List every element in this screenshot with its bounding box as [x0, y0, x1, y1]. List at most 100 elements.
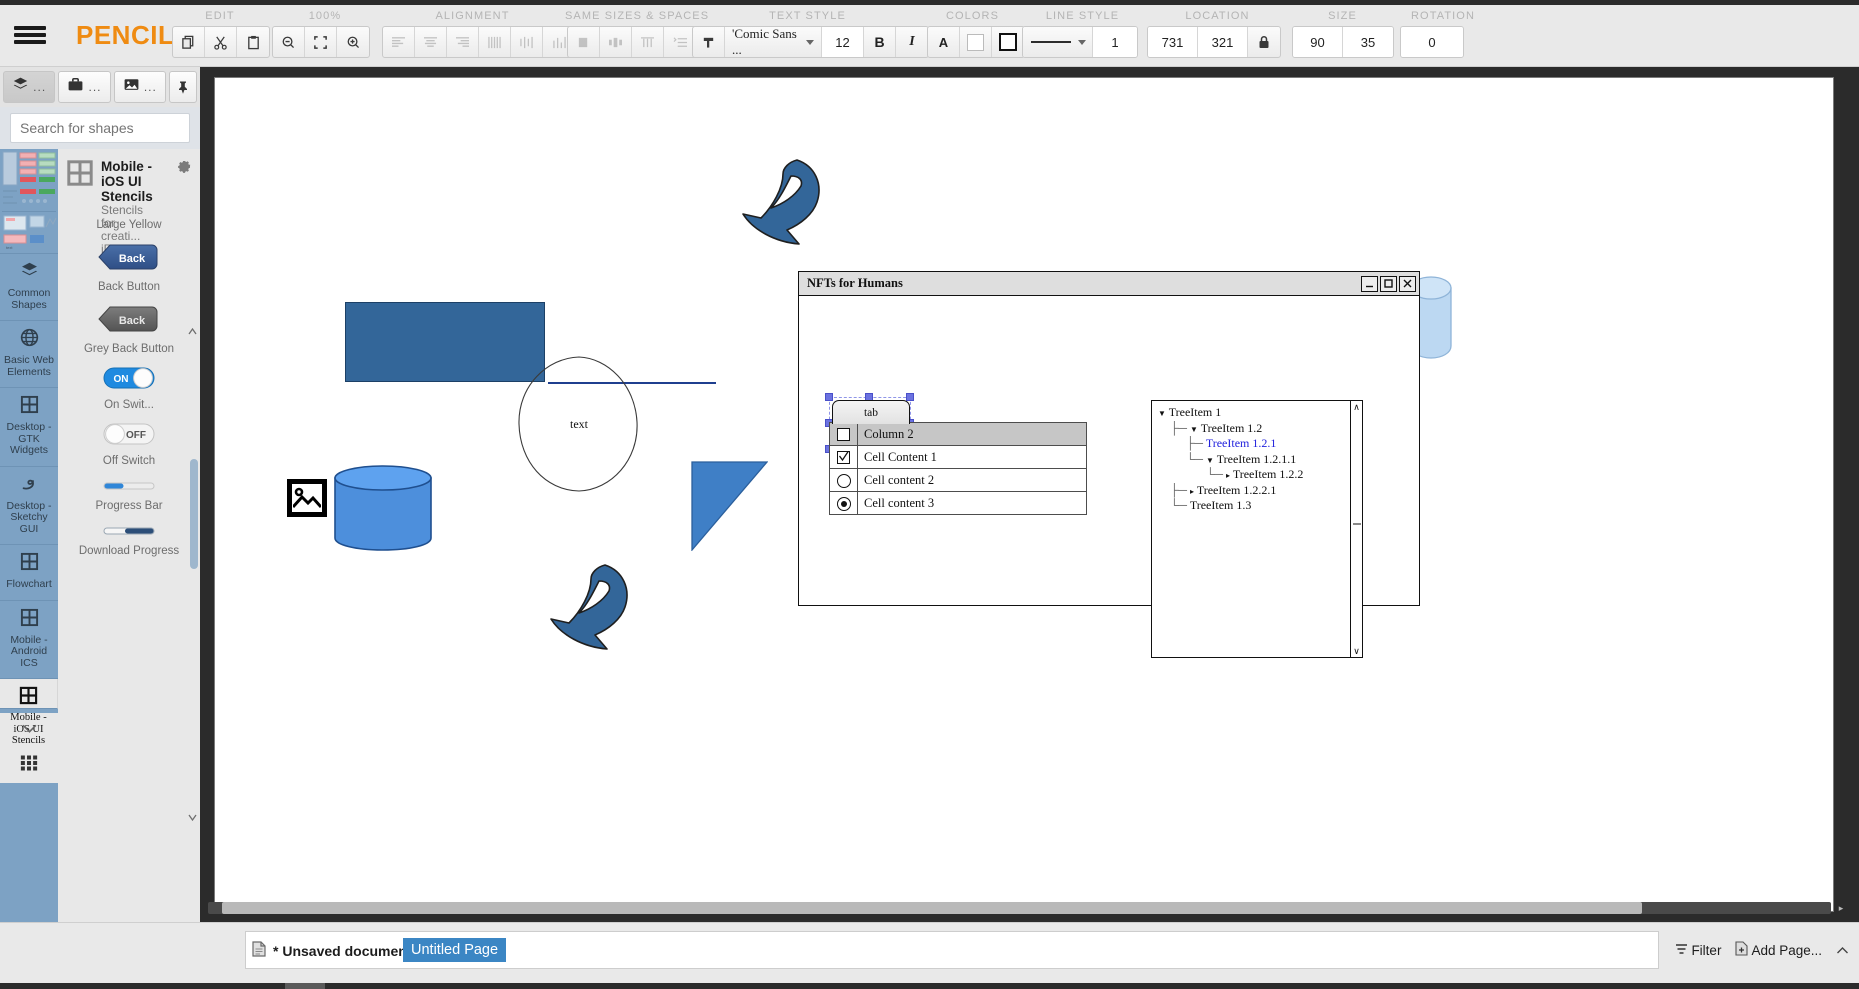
tree-node[interactable]: └─ ▼ TreeItem 1.2.1.1: [1158, 452, 1362, 468]
collapsed-marker-icon[interactable]: ▸: [1190, 487, 1194, 496]
scroll-up-icon[interactable]: [186, 325, 198, 337]
tree-node[interactable]: └─ TreeItem 1.3: [1158, 498, 1362, 514]
align-top-icon[interactable]: [479, 27, 511, 57]
table-row[interactable]: Cell content 2: [829, 468, 1087, 492]
lock-icon[interactable]: [1248, 27, 1280, 57]
tools-tab[interactable]: ...: [58, 71, 111, 103]
tree-node[interactable]: ├─ ▸ TreeItem 1.2.2.1: [1158, 483, 1362, 499]
sidebar-item-desktop-sketchy-gui[interactable]: Desktop - Sketchy GUI: [0, 467, 58, 545]
chevron-up-icon[interactable]: [1836, 943, 1849, 958]
copy-icon[interactable]: [173, 27, 205, 57]
blue-triangle[interactable]: [691, 461, 769, 552]
layers-tab[interactable]: ...: [3, 71, 56, 103]
selection-handle-nw[interactable]: [825, 393, 833, 401]
scroll-down-icon[interactable]: [186, 811, 198, 823]
hamburger-icon[interactable]: [12, 22, 48, 48]
zoom-fit-icon[interactable]: [305, 27, 337, 57]
shape-item-download-progress[interactable]: Download Progress: [58, 519, 200, 564]
shape-list-scrollbar[interactable]: [187, 327, 198, 821]
add-page-button[interactable]: Add Page...: [1735, 941, 1822, 959]
tab-control[interactable]: tab: [832, 400, 910, 424]
table-row[interactable]: Cell content 3: [829, 491, 1087, 515]
tree-widget[interactable]: ▼ TreeItem 1 ├─ ▼ TreeItem 1.2 ├─ TreeIt…: [1151, 400, 1363, 658]
selection-handle-ne[interactable]: [906, 393, 914, 401]
sidebar-item-desktop-gtk-widgets[interactable]: Desktop - GTK Widgets: [0, 388, 58, 467]
expanded-marker-icon[interactable]: ▼: [1206, 456, 1214, 465]
gear-icon[interactable]: [177, 161, 192, 181]
blue-arrow-bottom[interactable]: [547, 563, 647, 655]
grid-dots-icon[interactable]: [0, 743, 58, 783]
sidebar-item-common-shapes[interactable]: Common Shapes: [0, 254, 58, 321]
blue-arrow-top[interactable]: [739, 158, 839, 250]
blue-cylinder[interactable]: [333, 464, 433, 552]
text-format-icon[interactable]: [693, 27, 725, 57]
expanded-marker-icon[interactable]: ▼: [1158, 409, 1166, 418]
zoom-in-icon[interactable]: [337, 27, 369, 57]
scrollbar-thumb[interactable]: [222, 902, 1642, 914]
row-control-cell[interactable]: [829, 491, 858, 515]
tree-node[interactable]: ▼ TreeItem 1: [1158, 405, 1362, 421]
canvas-area[interactable]: text NFTs for Humans tab Column 2 Cell C…: [200, 67, 1859, 922]
maximize-icon[interactable]: [1380, 275, 1397, 292]
sidebar-item-mobile-android-ics[interactable]: Mobile - Android ICS: [0, 601, 58, 679]
size-height-input[interactable]: 35: [1343, 27, 1393, 57]
row-control-cell[interactable]: [829, 468, 858, 492]
checkbox-unchecked-icon[interactable]: [837, 428, 850, 442]
shape-item-back-button[interactable]: Back Back Button: [58, 238, 200, 300]
rotation-input[interactable]: 0: [1401, 27, 1463, 57]
tree-scrollbar[interactable]: ∧ ∨: [1350, 401, 1362, 657]
filter-button[interactable]: Filter: [1675, 943, 1721, 958]
align-left-icon[interactable]: [383, 27, 415, 57]
bold-button[interactable]: B: [864, 27, 896, 57]
search-input[interactable]: [10, 113, 190, 143]
layers-tab-more[interactable]: ...: [33, 81, 46, 93]
align-middle-icon[interactable]: [511, 27, 543, 57]
window-title-bar[interactable]: NFTs for Humans: [799, 272, 1419, 296]
header-checkbox-cell[interactable]: [829, 422, 858, 446]
line-pattern-select[interactable]: [1023, 27, 1093, 57]
tree-node[interactable]: ├─ ▼ TreeItem 1.2: [1158, 421, 1362, 437]
location-y-input[interactable]: 321: [1198, 27, 1248, 57]
cut-icon[interactable]: [205, 27, 237, 57]
table-row[interactable]: Cell Content 1: [829, 445, 1087, 469]
shape-item-progress-bar[interactable]: Progress Bar: [58, 474, 200, 519]
checkbox-checked-icon[interactable]: [837, 451, 850, 465]
italic-button[interactable]: I: [896, 27, 928, 57]
font-family-select[interactable]: 'Comic Sans ...: [725, 27, 822, 57]
expanded-marker-icon[interactable]: ▼: [1190, 425, 1198, 434]
tools-tab-more[interactable]: ...: [88, 81, 101, 93]
fill-color-swatch[interactable]: [960, 27, 992, 57]
scrollbar-thumb[interactable]: [190, 459, 198, 569]
radio-unchecked-icon[interactable]: [836, 473, 851, 488]
row-control-cell[interactable]: [829, 445, 858, 469]
close-icon[interactable]: [1399, 275, 1416, 292]
images-tab[interactable]: ...: [113, 71, 166, 103]
images-tab-more[interactable]: ...: [144, 81, 157, 93]
sketchy-ellipse[interactable]: text: [515, 354, 643, 494]
paste-icon[interactable]: [237, 27, 269, 57]
size-width-input[interactable]: 90: [1293, 27, 1343, 57]
sidebar-item-mobile-ios-ui-stencils[interactable]: Mobile - iOS UI Stencils: [0, 679, 58, 746]
shape-item-grey-back-button[interactable]: Back Grey Back Button: [58, 300, 200, 362]
same-height-icon[interactable]: [600, 27, 632, 57]
align-center-icon[interactable]: [415, 27, 447, 57]
canvas-page[interactable]: text NFTs for Humans tab Column 2 Cell C…: [214, 77, 1834, 912]
same-width-icon[interactable]: [568, 27, 600, 57]
scroll-up-icon[interactable]: ∧: [1351, 401, 1362, 413]
shape-item-on-switch[interactable]: ON On Swit...: [58, 362, 200, 418]
zoom-out-icon[interactable]: [273, 27, 305, 57]
image-placeholder-icon[interactable]: [287, 479, 327, 517]
location-x-input[interactable]: 731: [1148, 27, 1198, 57]
text-color-button[interactable]: A: [928, 27, 960, 57]
page-tab-untitled[interactable]: Untitled Page: [403, 938, 507, 962]
mock-window[interactable]: NFTs for Humans tab Column 2 Cell Conten…: [798, 271, 1420, 658]
canvas-horizontal-scrollbar[interactable]: [208, 902, 1831, 914]
font-size-input[interactable]: 12: [822, 27, 864, 57]
scrollbar-thumb[interactable]: [1353, 523, 1361, 525]
sidebar-item-flowchart[interactable]: Flowchart: [0, 545, 58, 601]
shape-item-large-yellow[interactable]: Large Yellow: [58, 215, 200, 238]
align-right-icon[interactable]: [447, 27, 479, 57]
radio-checked-icon[interactable]: [836, 496, 851, 511]
line-width-input[interactable]: 1: [1093, 27, 1137, 57]
scroll-right-icon[interactable]: ▸: [1835, 902, 1847, 914]
